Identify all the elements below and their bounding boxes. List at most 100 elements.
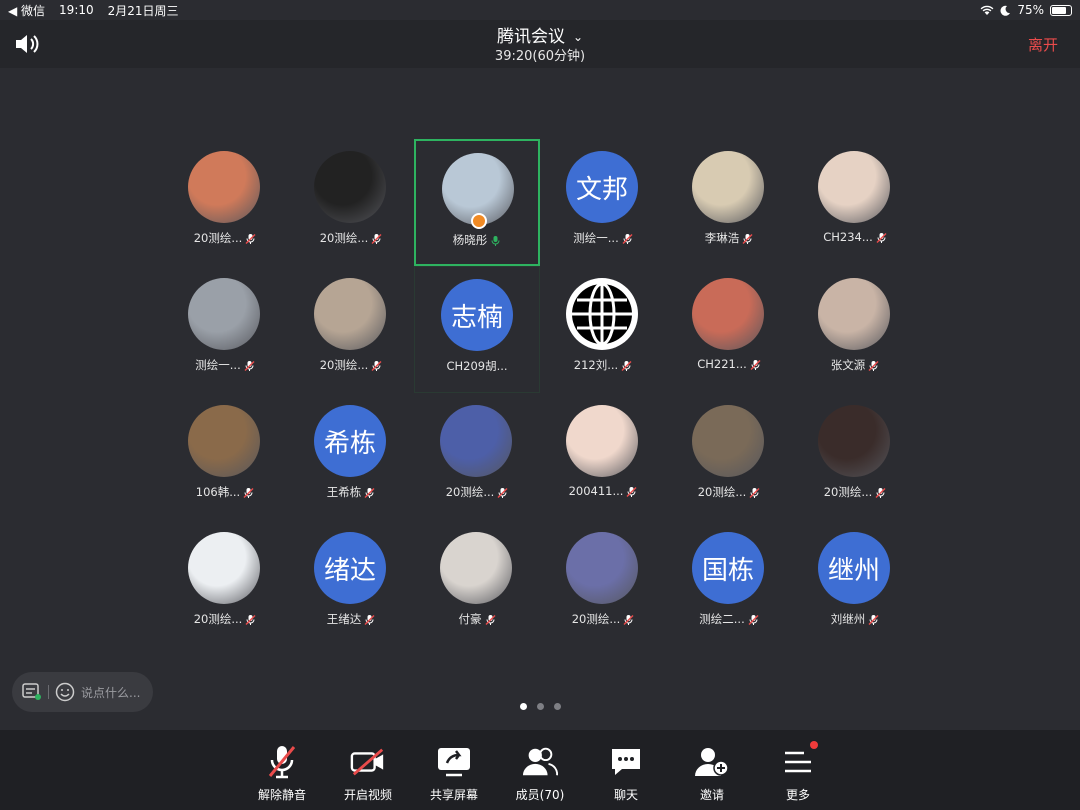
participant-tile[interactable]: 20测绘... <box>666 393 792 520</box>
battery-icon <box>1050 4 1072 16</box>
mic-muted-icon <box>875 487 886 498</box>
participant-name: 20测绘... <box>288 357 414 373</box>
participant-name: CH234... <box>792 230 918 244</box>
notification-badge <box>810 741 818 749</box>
mic-muted-icon <box>868 360 879 371</box>
participant-name: 20测绘... <box>162 611 288 627</box>
participant-tile[interactable]: 200411... <box>540 393 666 520</box>
participant-name-text: 王希栋 <box>326 485 362 499</box>
avatar: 文邦 <box>566 151 638 223</box>
toolbar-label: 共享屏幕 <box>429 788 478 802</box>
participant-name-text: CH221... <box>697 357 747 371</box>
participant-tile[interactable]: 希栋王希栋 <box>288 393 414 520</box>
participant-tile[interactable]: 20测绘... <box>540 520 666 647</box>
emoji-icon[interactable] <box>55 682 75 702</box>
participant-tile[interactable]: 212刘... <box>540 266 666 393</box>
participant-name-text: 20测绘... <box>445 485 495 499</box>
participant-tile[interactable]: 付豪 <box>414 520 540 647</box>
participant-tile[interactable]: 李琳浩 <box>666 139 792 266</box>
leave-button[interactable]: 离开 <box>1028 34 1058 55</box>
participant-tile[interactable]: CH221... <box>666 266 792 393</box>
participant-name-text: CH209胡... <box>446 359 508 373</box>
participant-name: 付豪 <box>414 611 540 627</box>
participant-name-text: 20测绘... <box>697 485 747 499</box>
meeting-title[interactable]: 腾讯会议 ⌄ <box>0 22 1080 47</box>
avatar <box>818 405 890 477</box>
avatar: 志楠 <box>441 279 513 351</box>
video-off-icon <box>350 744 386 780</box>
invite-button[interactable]: 邀请 <box>677 736 747 803</box>
participant-tile[interactable]: 20测绘... <box>162 520 288 647</box>
mic-muted-icon <box>742 233 753 244</box>
participant-name: 20测绘... <box>162 230 288 246</box>
avatar <box>188 151 260 223</box>
avatar: 希栋 <box>314 405 386 477</box>
subtitle-icon[interactable] <box>22 683 42 701</box>
participant-tile[interactable]: 张文源 <box>792 266 918 393</box>
participant-tile[interactable]: 文邦 测绘一... <box>540 139 666 266</box>
participant-tile[interactable]: 20测绘... <box>162 139 288 266</box>
status-date: 2月21日周三 <box>107 3 179 18</box>
avatar <box>692 405 764 477</box>
page-dot[interactable] <box>536 703 544 710</box>
participant-name-text: 付豪 <box>458 612 482 626</box>
mic-muted-icon <box>245 233 256 244</box>
bottom-toolbar: 解除静音 开启视频 共享屏幕 成员(70) 聊天 邀请 更多 <box>0 730 1080 810</box>
chat-icon <box>608 744 644 780</box>
divider <box>48 685 49 699</box>
participant-tile[interactable]: CH234... <box>792 139 918 266</box>
avatar <box>188 405 260 477</box>
participant-tile[interactable]: 20测绘... <box>792 393 918 520</box>
participant-name: 212刘... <box>540 357 666 373</box>
status-carrier[interactable]: ◀ 微信 <box>8 2 45 19</box>
meeting-title-text: 腾讯会议 <box>496 27 565 47</box>
participant-tile[interactable]: 杨晓彤 <box>414 139 540 266</box>
chat-button[interactable]: 聊天 <box>591 736 661 803</box>
participant-tile[interactable]: 绪达 王绪达 <box>288 520 414 647</box>
participant-name: 20测绘... <box>288 230 414 246</box>
mic-muted-icon <box>243 487 254 498</box>
share-screen-button[interactable]: 共享屏幕 <box>419 736 489 803</box>
participant-name: CH221... <box>666 357 792 371</box>
mic-muted-icon <box>622 233 633 244</box>
toolbar-label: 解除静音 <box>257 788 306 802</box>
participant-name-text: 杨晓彤 <box>452 233 488 247</box>
toolbar-label: 聊天 <box>613 788 638 802</box>
avatar: 国栋 <box>692 532 764 604</box>
mic-muted-icon <box>364 487 375 498</box>
participant-tile[interactable]: 继州 刘继州 <box>792 520 918 647</box>
more-button[interactable]: 更多 <box>763 736 833 803</box>
participant-tile[interactable]: 106韩... <box>162 393 288 520</box>
video-off-button[interactable]: 开启视频 <box>333 736 403 803</box>
mic-muted-button[interactable]: 解除静音 <box>247 736 317 803</box>
mic-muted-icon <box>364 614 375 625</box>
toolbar-label: 更多 <box>785 788 810 802</box>
participant-tile[interactable]: 20测绘... <box>288 139 414 266</box>
participant-tile[interactable]: 国栋 测绘二... <box>666 520 792 647</box>
avatar <box>566 532 638 604</box>
battery-percent: 75% <box>1017 3 1044 17</box>
more-icon <box>780 741 818 780</box>
mic-muted-icon <box>244 360 255 371</box>
participant-name-text: 20测绘... <box>193 231 243 245</box>
participant-tile[interactable]: 20测绘... <box>288 266 414 393</box>
mic-muted-icon <box>485 614 495 625</box>
participant-tile[interactable]: 测绘一... <box>162 266 288 393</box>
share-screen-icon <box>436 744 472 780</box>
page-dot[interactable] <box>519 703 527 710</box>
status-bar: ◀ 微信 19:10 2月21日周三 75% <box>0 0 1080 20</box>
page-indicator[interactable] <box>0 703 1080 710</box>
avatar <box>314 278 386 350</box>
participant-name-text: 200411... <box>568 484 624 498</box>
page-dot[interactable] <box>553 703 561 710</box>
avatar <box>314 151 386 223</box>
members-icon <box>522 744 558 780</box>
members-button[interactable]: 成员(70) <box>505 736 575 803</box>
chevron-down-icon[interactable]: ⌄ <box>573 30 583 44</box>
participant-tile[interactable]: 志楠 CH209胡... <box>414 266 540 393</box>
participant-name-text: 20测绘... <box>193 612 243 626</box>
participant-name-text: 20测绘... <box>571 612 621 626</box>
participant-name: 200411... <box>540 484 666 498</box>
avatar <box>188 278 260 350</box>
participant-tile[interactable]: 20测绘... <box>414 393 540 520</box>
